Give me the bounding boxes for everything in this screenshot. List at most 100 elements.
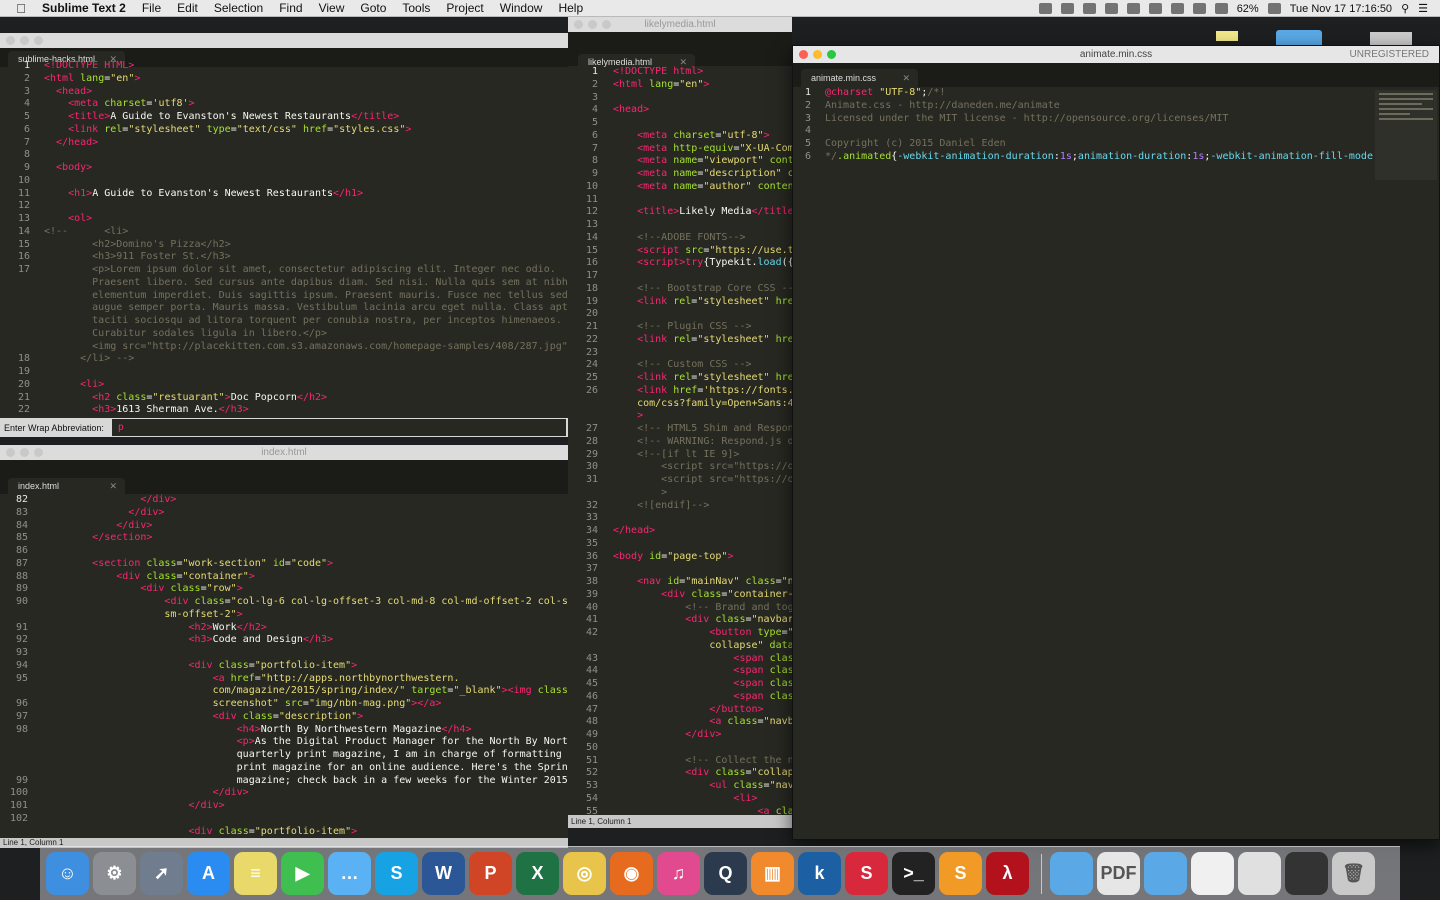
dock-excel-icon[interactable]: X: [516, 852, 559, 895]
dock-quicktime-icon[interactable]: Q: [704, 852, 747, 895]
code-editor[interactable]: 82 83 84 85 86 87 88 89 90 91 92 93 94 95 96 97 98 99 1…: [0, 494, 568, 838]
airplay-icon[interactable]: [1148, 3, 1162, 14]
dock-sublime-text-icon[interactable]: S: [939, 852, 982, 895]
line-number: 37: [585, 563, 598, 575]
spotlight-icon[interactable]: ⚲: [1401, 2, 1409, 15]
sync-icon[interactable]: [1082, 3, 1096, 14]
zoom-button[interactable]: [34, 448, 43, 457]
code-content[interactable]: </div> </div> </div> </section> <section…: [44, 494, 568, 838]
menu-tools[interactable]: Tools: [394, 0, 438, 17]
code-content[interactable]: @charset "UTF-8";/*! Animate.css - http:…: [825, 87, 1373, 839]
wifi-icon[interactable]: [1192, 3, 1206, 14]
dock-pdf-icon[interactable]: PDF: [1097, 852, 1140, 895]
clock[interactable]: Tue Nov 17 17:16:50: [1290, 3, 1392, 15]
notification-center-icon[interactable]: ☰: [1418, 2, 1428, 15]
battery-icon[interactable]: [1267, 3, 1281, 14]
line-number: 17: [17, 264, 30, 275]
code-editor[interactable]: 1234567891011121314151617 181920212223 <…: [0, 60, 568, 418]
desktop-folder-icon[interactable]: [1276, 30, 1322, 46]
line-number: 18: [585, 282, 598, 294]
dock-stickies-icon[interactable]: ≡: [234, 852, 277, 895]
creative-cloud-icon[interactable]: [1060, 3, 1074, 14]
time-machine-icon[interactable]: [1104, 3, 1118, 14]
menu-file[interactable]: File: [134, 0, 169, 17]
dock-ibooks-icon[interactable]: ▥: [751, 852, 794, 895]
minimize-button[interactable]: [588, 20, 597, 29]
line-number: 97: [15, 710, 28, 722]
dock-skype-icon[interactable]: S: [375, 852, 418, 895]
dock-system-preferences-icon[interactable]: ⚙: [93, 852, 136, 895]
zoom-button[interactable]: [827, 50, 836, 59]
dock-firefox-icon[interactable]: ◉: [610, 852, 653, 895]
dock-launchpad-icon[interactable]: ➚: [140, 852, 183, 895]
line-number: 47: [585, 703, 598, 715]
line-number: 5: [591, 117, 598, 128]
tab-close-icon[interactable]: ✕: [902, 69, 910, 87]
line-number: 54: [585, 792, 598, 804]
menu-help[interactable]: Help: [550, 0, 591, 17]
zoom-button[interactable]: [602, 20, 611, 29]
battery-percent[interactable]: 62%: [1237, 3, 1259, 15]
minimize-button[interactable]: [20, 448, 29, 457]
tab-index[interactable]: index.html ✕: [8, 478, 125, 494]
window-titlebar[interactable]: animate.min.css UNREGISTERED: [793, 46, 1439, 63]
menu-find[interactable]: Find: [271, 0, 310, 17]
line-number: 28: [585, 435, 598, 447]
menu-window[interactable]: Window: [492, 0, 551, 17]
close-button[interactable]: [574, 20, 583, 29]
abbreviation-input[interactable]: p: [111, 419, 566, 436]
dock-chrome-icon[interactable]: ◎: [563, 852, 606, 895]
code-editor[interactable]: 1 2 3 4 5 6 7 8 9 10 11 12 13 14 15 16 17 18 19 20 21 22 23 24 2…: [568, 66, 792, 828]
code-content[interactable]: <!DOCTYPE html> <html lang="en"> <head> …: [613, 66, 792, 828]
close-button[interactable]: [6, 448, 15, 457]
tab-label: index.html: [18, 481, 60, 491]
close-button[interactable]: [799, 50, 808, 59]
desktop-note[interactable]: [1216, 31, 1238, 41]
dock-messages-icon[interactable]: …: [328, 852, 371, 895]
dock-skitch-icon[interactable]: S: [845, 852, 888, 895]
menu-selection[interactable]: Selection: [206, 0, 271, 17]
dropbox-icon[interactable]: [1038, 3, 1052, 14]
dock-terminal-icon[interactable]: >_: [892, 852, 935, 895]
menu-project[interactable]: Project: [438, 0, 491, 17]
close-button[interactable]: [6, 36, 15, 45]
line-number: 89: [15, 583, 28, 595]
menu-view[interactable]: View: [311, 0, 353, 17]
tab-close-icon[interactable]: ✕: [109, 478, 117, 494]
minimap[interactable]: [1375, 90, 1437, 180]
menu-edit[interactable]: Edit: [169, 0, 206, 17]
dock-itunes-icon[interactable]: ♫: [657, 852, 700, 895]
dock-kindle-icon[interactable]: k: [798, 852, 841, 895]
dock-separator: [1041, 853, 1042, 894]
dock-document-icon[interactable]: [1191, 852, 1234, 895]
code-content[interactable]: <!DOCTYPE HTML> <html lang="en"> <head> …: [44, 60, 568, 418]
line-number: 91: [15, 621, 28, 633]
dock-screenshot-icon[interactable]: [1285, 852, 1328, 895]
minimize-button[interactable]: [813, 50, 822, 59]
window-titlebar[interactable]: likelymedia.html: [568, 17, 792, 32]
code-editor[interactable]: 123456 @charset "UTF-8";/*! Animate.css …: [793, 87, 1439, 839]
bluetooth-icon[interactable]: [1170, 3, 1184, 14]
dock-document-2-icon[interactable]: [1238, 852, 1281, 895]
app-menu[interactable]: Sublime Text 2: [42, 0, 134, 17]
dock-app-store-icon[interactable]: A: [187, 852, 230, 895]
dock-powerpoint-icon[interactable]: P: [469, 852, 512, 895]
dock-finder-icon[interactable]: ☺: [46, 852, 89, 895]
menu-goto[interactable]: Goto: [352, 0, 394, 17]
dock-word-icon[interactable]: W: [422, 852, 465, 895]
dock-trash-icon[interactable]: 🗑: [1332, 852, 1375, 895]
window-titlebar[interactable]: [0, 33, 568, 48]
window-titlebar[interactable]: index.html: [0, 445, 568, 460]
minimize-button[interactable]: [20, 36, 29, 45]
dock-acrobat-icon[interactable]: λ: [986, 852, 1029, 895]
dock-folder-2-icon[interactable]: [1144, 852, 1187, 895]
dock-facetime-icon[interactable]: ▶: [281, 852, 324, 895]
flag-icon[interactable]: [1214, 3, 1228, 14]
line-number: 29: [585, 448, 598, 460]
tab-animate-min-css[interactable]: animate.min.css ✕: [801, 69, 918, 87]
zoom-button[interactable]: [34, 36, 43, 45]
desktop-image-thumbnail[interactable]: [1370, 32, 1412, 46]
dock-folder-icon[interactable]: [1050, 852, 1093, 895]
shield-icon[interactable]: [1126, 3, 1140, 14]
apple-icon[interactable]: : [0, 1, 42, 16]
